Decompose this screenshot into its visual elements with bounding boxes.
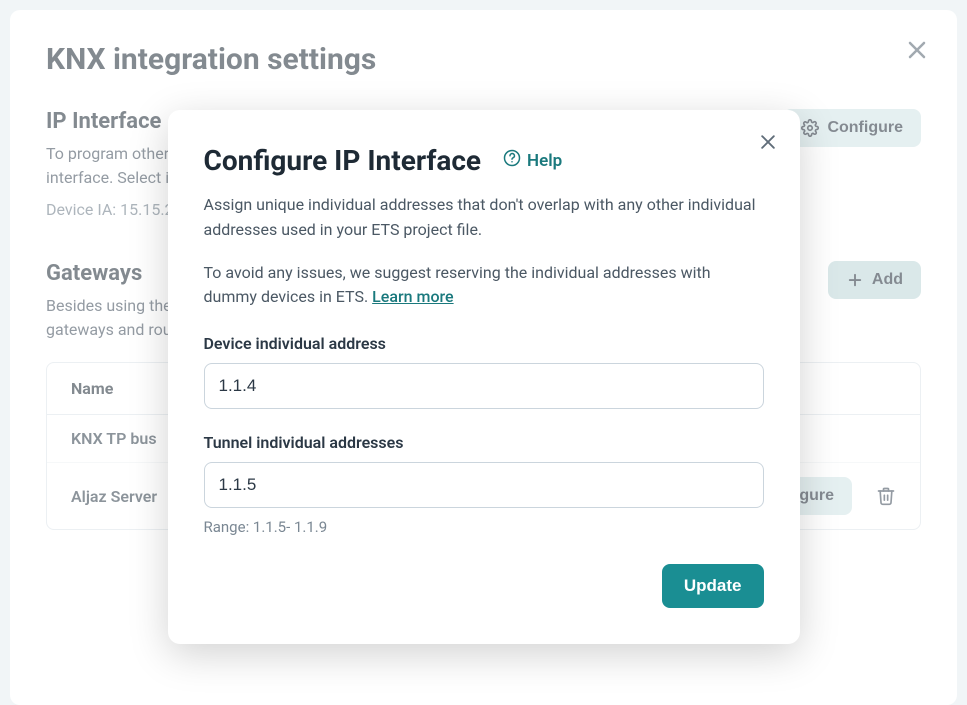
range-hint: Range: 1.1.5- 1.1.9 xyxy=(204,518,764,536)
help-link[interactable]: Help xyxy=(503,149,562,172)
device-address-label: Device individual address xyxy=(204,334,764,353)
modal-paragraph: To avoid any issues, we suggest reservin… xyxy=(204,261,764,311)
close-icon[interactable] xyxy=(758,132,778,152)
tunnel-address-label: Tunnel individual addresses xyxy=(204,433,764,452)
learn-more-link[interactable]: Learn more xyxy=(372,287,453,306)
update-button[interactable]: Update xyxy=(662,564,764,608)
modal-paragraph-text: To avoid any issues, we suggest reservin… xyxy=(204,263,711,307)
help-icon xyxy=(503,149,521,172)
modal-paragraph: Assign unique individual addresses that … xyxy=(204,193,764,243)
device-address-input[interactable] xyxy=(204,363,764,409)
configure-ip-interface-modal: Configure IP Interface Help Assign uniqu… xyxy=(168,110,800,644)
modal-title: Configure IP Interface xyxy=(204,144,482,177)
tunnel-address-field: Tunnel individual addresses Range: 1.1.5… xyxy=(204,433,764,536)
device-address-field: Device individual address xyxy=(204,334,764,409)
tunnel-address-input[interactable] xyxy=(204,462,764,508)
help-label: Help xyxy=(527,151,562,171)
